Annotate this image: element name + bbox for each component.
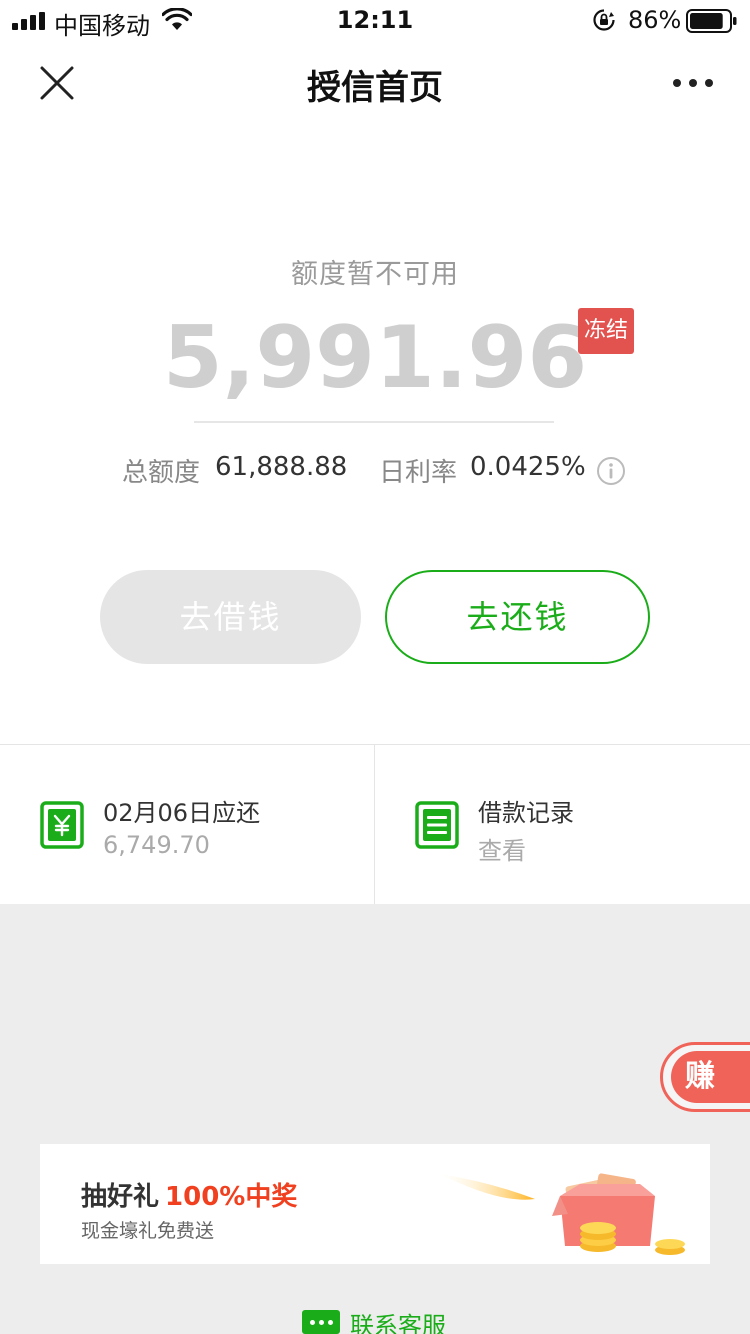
total-limit-value: 61,888.88 (215, 452, 348, 482)
chat-icon (302, 1310, 340, 1334)
banner-title-text: 抽好礼 (81, 1182, 160, 1212)
reward-float-button[interactable]: 赚奖 (660, 1042, 750, 1112)
available-amount: 5,991.96 (162, 308, 588, 408)
page-title: 授信首页 (307, 68, 443, 108)
banner-title: 抽好礼 100%中奖 (81, 1176, 297, 1213)
loan-records-tile[interactable]: 借款记录 查看 (375, 745, 749, 904)
repay-button[interactable]: 去还钱 (385, 570, 650, 664)
promo-banner[interactable]: 抽好礼 100%中奖 现金壕礼免费送 (40, 1144, 710, 1264)
reward-label: 赚奖 (671, 1051, 750, 1103)
orientation-lock-icon (593, 9, 615, 31)
daily-rate-value: 0.0425% (470, 452, 586, 482)
loan-records-label: 借款记录 (478, 799, 574, 827)
due-date-label: 02月06日应还 (103, 799, 261, 827)
credit-meta-row: 总额度 61,888.88 日利率 0.0425% (0, 450, 750, 490)
credit-status-label: 额度暂不可用 (291, 259, 459, 290)
status-bar: 中国移动 12:11 86% (0, 0, 750, 40)
yuan-icon (40, 801, 84, 849)
battery-icon (686, 9, 737, 33)
due-payment-tile[interactable]: 02月06日应还 6,749.70 (0, 745, 374, 904)
frozen-badge: 冻结 (578, 308, 634, 354)
borrow-button[interactable]: 去借钱 (100, 570, 361, 664)
banner-subtitle: 现金壕礼免费送 (81, 1220, 215, 1242)
contact-support-label: 联系客服 (350, 1312, 446, 1334)
list-icon (415, 801, 459, 849)
banner-highlight: 100%中奖 (165, 1182, 298, 1212)
daily-rate-label: 日利率 (379, 458, 458, 488)
total-limit-label: 总额度 (122, 458, 201, 488)
due-amount: 6,749.70 (103, 831, 210, 859)
gift-box-illustration (440, 1173, 685, 1255)
battery-percent: 86% (628, 6, 682, 34)
view-link: 查看 (478, 837, 526, 865)
amount-divider (194, 421, 554, 423)
info-icon[interactable] (596, 456, 626, 486)
more-icon[interactable] (670, 68, 716, 98)
